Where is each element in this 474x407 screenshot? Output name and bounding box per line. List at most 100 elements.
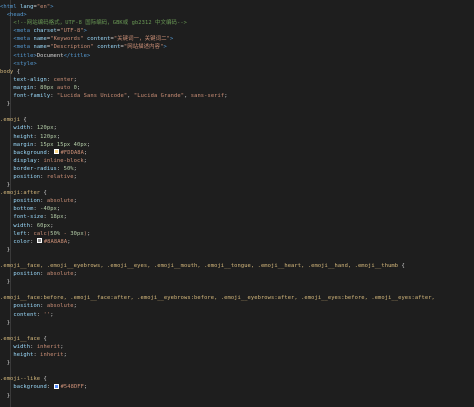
code-lines[interactable]: <html lang="en"> <head> <!--网站编码格式，UTF-8… [0,3,474,400]
code-line[interactable]: font-size: 18px; [0,213,474,221]
code-token-punc: } [0,279,11,286]
code-token-punc: : [30,343,37,350]
code-token-prop: height [13,133,34,140]
code-token-punc: { [13,68,21,75]
code-line[interactable]: <style> [0,60,474,68]
code-token-prop: font-size [13,214,44,221]
code-line[interactable]: width: 60px; [0,222,474,230]
code-token-punc: { [40,376,47,383]
code-line[interactable]: width: inherit; [0,343,474,351]
code-token-val: inline-block [43,157,84,164]
code-token-prop: background [13,149,47,156]
code-line[interactable]: .emoji:after { [0,189,474,197]
code-token-tag: <meta [13,44,34,51]
code-token-str: "UTF-8" [60,28,84,35]
code-token-val: inherit [36,343,61,350]
code-line[interactable]: .emoji--like { [0,375,474,383]
code-line[interactable]: } [0,181,474,189]
code-line[interactable]: body { [0,68,474,76]
code-line[interactable]: .emoji__face, .emoji__eyebrows, .emoji__… [0,262,474,270]
code-token-val: - [60,230,71,237]
code-line[interactable]: position: absolute; [0,302,474,310]
code-token-num: 80px [40,84,54,91]
code-line[interactable]: position: relative; [0,173,474,181]
code-token-num: 120px [40,133,57,140]
code-line[interactable]: display: inline-block; [0,157,474,165]
code-token-punc: : [56,165,64,172]
code-token-sel: .emoji__face [0,335,41,342]
code-line[interactable]: height: inherit; [0,351,474,359]
code-line[interactable]: .emoji { [0,116,474,124]
code-line[interactable]: content: ''; [0,311,474,319]
code-editor[interactable]: <html lang="en"> <head> <!--网站编码格式，UTF-8… [0,0,474,407]
code-token-punc: } [0,182,11,189]
code-line[interactable]: } [0,278,474,286]
code-line[interactable]: } [0,359,474,367]
color-swatch-icon[interactable] [36,238,42,244]
color-swatch-icon[interactable] [53,149,59,155]
code-line[interactable] [0,327,474,335]
code-token-prop: position [13,271,41,278]
code-line[interactable]: } [0,392,474,400]
code-line[interactable]: position: absolute; [0,270,474,278]
code-line[interactable] [0,286,474,294]
code-line[interactable]: .emoji__face { [0,335,474,343]
code-token-val: auto [53,84,74,91]
code-line[interactable]: <title>Document</title> [0,52,474,60]
code-token-prop: content [13,311,37,318]
code-token-str: "网站描述内容" [123,44,164,51]
code-line[interactable]: background: #FDDA8A; [0,149,474,157]
code-line[interactable]: } [0,246,474,254]
code-token-punc: { [40,335,47,342]
code-line[interactable]: text-align: center; [0,76,474,84]
code-line[interactable]: .emoji__face:before, .emoji__face:after,… [0,294,474,302]
code-token-punc: } [0,392,11,399]
code-line[interactable]: <head> [0,11,474,19]
code-token-punc: ; [83,157,88,164]
code-line[interactable]: position: absolute; [0,197,474,205]
code-line[interactable]: width: 120px; [0,124,474,132]
code-token-sel: body [0,68,14,75]
code-token-punc: ; [73,198,77,205]
code-line[interactable] [0,367,474,375]
code-token-tag: <meta [13,36,34,43]
code-line[interactable]: margin: 15px 15px 40px; [0,141,474,149]
code-token-num: -40px [40,206,57,213]
code-line[interactable]: <meta name="Description" content="网站描述内容… [0,43,474,51]
code-token-prop: color [13,238,31,245]
code-token-punc: ; [77,84,81,91]
code-line[interactable]: } [0,100,474,108]
code-line[interactable]: margin: 80px auto 0; [0,84,474,92]
code-line[interactable]: height: 120px; [0,133,474,141]
code-line[interactable]: <html lang="en"> [0,3,474,11]
code-line[interactable]: font-family: "Lucida Sans Unicode", "Luc… [0,92,474,100]
code-line[interactable] [0,108,474,116]
code-line[interactable]: <meta name="Keywords" content="关键词一，关键词二… [0,35,474,43]
code-token-attr: charset [33,28,57,35]
code-line[interactable] [0,254,474,262]
code-line[interactable]: color: #8A8A8A; [0,238,474,246]
code-line[interactable]: <meta charset="UTF-8"> [0,27,474,35]
code-token-num: 120px [36,125,54,132]
code-line[interactable]: bottom: -40px; [0,205,474,213]
code-token-prop: font-family [13,93,51,100]
code-line[interactable]: left: calc(50% - 30px); [0,230,474,238]
code-token-prop: height [13,352,34,359]
code-line[interactable]: } [0,319,474,327]
color-swatch-icon[interactable] [53,383,59,389]
code-token-punc: { [398,263,405,269]
code-line[interactable]: border-radius: 50%; [0,165,474,173]
code-line[interactable]: <!--网站编码格式，UTF-8 国际编码，GBK或 gb2312 中文编码--… [0,19,474,27]
code-line[interactable]: background: #548DFF; [0,383,474,391]
code-token-prop: background [13,384,47,391]
